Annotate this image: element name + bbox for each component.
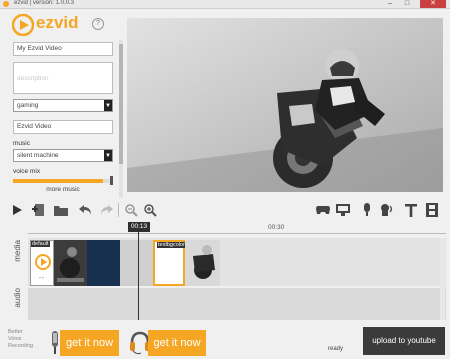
clip-caption: " " bbox=[39, 277, 44, 283]
promo-line: Recording bbox=[8, 343, 34, 349]
app-icon bbox=[3, 1, 9, 7]
add-text-button[interactable] bbox=[402, 201, 420, 219]
get-it-now-button-2[interactable]: get it now bbox=[148, 330, 206, 356]
monitor-icon bbox=[336, 204, 350, 216]
category-select[interactable]: gaming ▼ bbox=[13, 99, 113, 112]
ruler-mark-label: 00:30 bbox=[268, 224, 285, 231]
logo-text: ezvid bbox=[36, 13, 79, 32]
undo-icon bbox=[79, 205, 91, 215]
play-button[interactable] bbox=[8, 201, 26, 219]
close-button[interactable]: ✕ bbox=[420, 0, 446, 8]
maximize-button[interactable]: □ bbox=[399, 0, 415, 8]
playhead-time: 00:13 bbox=[128, 222, 150, 232]
left-scrollbar[interactable] bbox=[119, 40, 123, 198]
ezvid-logo: ezvid bbox=[12, 13, 92, 36]
folder-icon bbox=[54, 206, 68, 216]
clip-blue[interactable] bbox=[87, 240, 120, 286]
voice-mix-slider[interactable] bbox=[13, 179, 113, 183]
timeline-scrollbar[interactable] bbox=[440, 238, 445, 320]
gamepad-icon bbox=[316, 206, 330, 214]
zoom-in-icon bbox=[143, 203, 157, 217]
new-file-icon bbox=[32, 204, 44, 216]
clip-thumbnail-image bbox=[185, 240, 220, 286]
music-value: silent machine bbox=[17, 152, 59, 159]
voice-mix-fill bbox=[13, 179, 103, 183]
media-track-label: media bbox=[12, 240, 22, 262]
clip-label: default bbox=[31, 241, 50, 247]
chevron-down-icon: ▼ bbox=[104, 100, 112, 111]
timeline-ruler[interactable] bbox=[28, 222, 446, 234]
audio-track-label: audio bbox=[12, 288, 22, 308]
text-icon bbox=[405, 203, 417, 217]
voice-mix-label: voice mix bbox=[13, 168, 41, 175]
play-logo-icon bbox=[35, 254, 51, 270]
clip-thumbnail-image bbox=[54, 240, 87, 286]
left-scrollbar-thumb[interactable] bbox=[119, 44, 123, 164]
play-icon bbox=[13, 205, 22, 215]
author-input[interactable]: Ezvid Video bbox=[13, 120, 113, 134]
audio-track[interactable] bbox=[28, 288, 446, 320]
filmstrip-button[interactable] bbox=[423, 201, 441, 219]
clip-default[interactable]: default " " bbox=[30, 240, 54, 286]
description-textarea[interactable]: description bbox=[13, 62, 113, 94]
video-title-input[interactable]: My Ezvid Video bbox=[13, 42, 113, 56]
promo-line: Voice bbox=[8, 336, 22, 342]
more-music-link[interactable]: more music bbox=[13, 186, 113, 195]
toolbar-divider bbox=[118, 203, 119, 217]
speech-button[interactable] bbox=[378, 201, 396, 219]
redo-button[interactable] bbox=[97, 201, 115, 219]
speaking-head-icon bbox=[381, 204, 393, 216]
clip-textbgcolor[interactable]: textbgcolor bbox=[153, 240, 186, 286]
music-label: music bbox=[13, 140, 30, 147]
game-capture-button[interactable] bbox=[314, 201, 332, 219]
window-title: ezvid | version: 1.0.0.3 bbox=[14, 0, 74, 6]
music-select[interactable]: silent machine ▼ bbox=[13, 149, 113, 162]
redo-icon bbox=[101, 205, 113, 215]
record-voice-button[interactable] bbox=[358, 201, 376, 219]
minimize-button[interactable]: – bbox=[382, 0, 398, 8]
clip-gap bbox=[120, 240, 153, 286]
help-icon[interactable]: ? bbox=[92, 18, 104, 30]
microphone-icon bbox=[364, 203, 370, 216]
get-it-now-button-1[interactable]: get it now bbox=[60, 330, 119, 356]
filmstrip-icon bbox=[426, 203, 438, 217]
voice-mix-handle[interactable] bbox=[110, 176, 113, 185]
undo-button[interactable] bbox=[77, 201, 95, 219]
category-value: gaming bbox=[17, 102, 39, 109]
zoom-in-button[interactable] bbox=[141, 201, 159, 219]
upload-to-youtube-button[interactable]: upload to youtube bbox=[363, 327, 445, 355]
playhead-line[interactable] bbox=[138, 232, 139, 320]
microphone-icon bbox=[52, 331, 58, 354]
promo-text: Better Voice Recording bbox=[8, 329, 42, 350]
clip-thumbnail-2[interactable] bbox=[185, 240, 220, 286]
zoom-out-icon bbox=[124, 203, 138, 217]
play-logo-icon bbox=[12, 14, 34, 36]
screen-capture-button[interactable] bbox=[334, 201, 352, 219]
clip-thumbnail[interactable] bbox=[54, 240, 87, 286]
zoom-out-button[interactable] bbox=[122, 201, 140, 219]
video-preview bbox=[127, 18, 443, 192]
promo-line: Better bbox=[8, 329, 23, 335]
add-media-button[interactable] bbox=[30, 201, 48, 219]
open-folder-button[interactable] bbox=[52, 201, 70, 219]
title-bar: ezvid | version: 1.0.0.3 – □ ✕ bbox=[0, 0, 450, 9]
clip-label: textbgcolor bbox=[157, 242, 186, 248]
motorcycle-preview-image bbox=[127, 18, 443, 192]
status-text: ready bbox=[328, 346, 344, 352]
chevron-down-icon: ▼ bbox=[104, 150, 112, 161]
